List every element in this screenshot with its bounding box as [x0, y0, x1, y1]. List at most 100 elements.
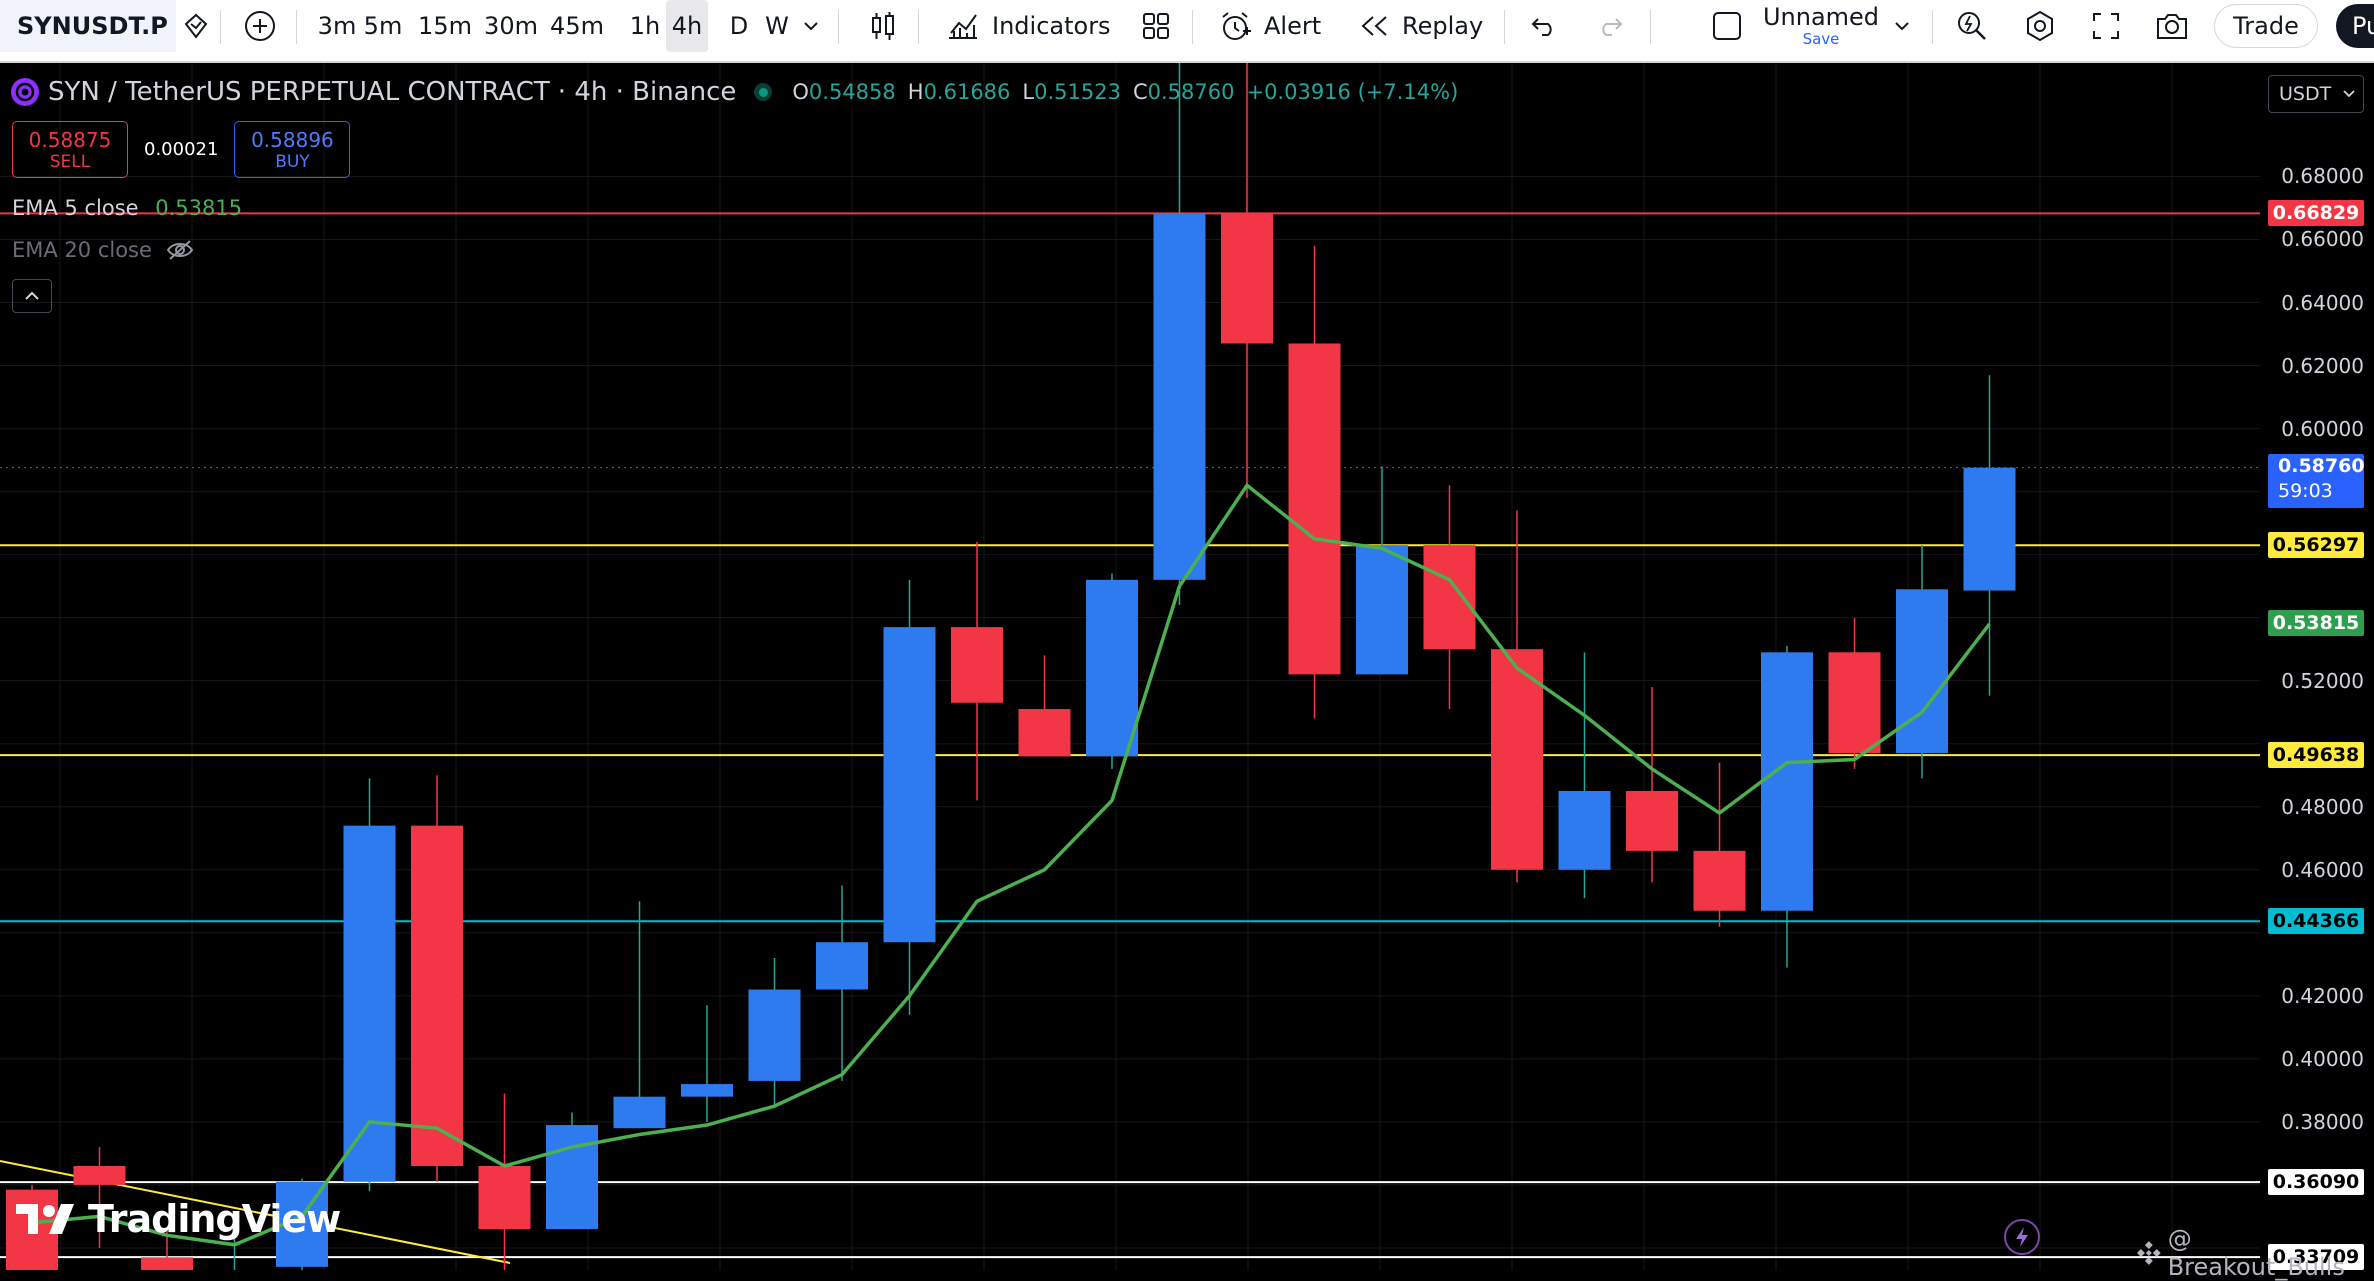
candle-style-icon[interactable]	[862, 0, 904, 52]
price-chart[interactable]	[0, 63, 2374, 1270]
candle-body[interactable]	[411, 825, 463, 1167]
y-axis-tick-label: 0.48000	[2281, 794, 2364, 819]
candle-body[interactable]	[1558, 790, 1611, 870]
interval-D[interactable]: D	[718, 0, 760, 52]
layout-name-button[interactable]: Unnamed Save	[1762, 0, 1880, 52]
candle-body[interactable]	[951, 627, 1003, 703]
interval-45m[interactable]: 45m	[550, 0, 604, 52]
chart-area[interactable]: 0.68000 0.66000 0.64000 0.62000 0.60000 0.520…	[0, 63, 2374, 1281]
candles	[6, 63, 2016, 1270]
indicators-button[interactable]: Indicators	[946, 0, 1111, 52]
layout-save-label: Save	[1802, 30, 1840, 48]
candle-body[interactable]	[1626, 790, 1678, 851]
alert-button[interactable]: Alert	[1218, 0, 1321, 52]
alert-label: Alert	[1264, 12, 1322, 40]
candle-body[interactable]	[1086, 579, 1138, 757]
candle-body[interactable]	[748, 989, 801, 1081]
indicator-ema5-legend[interactable]: EMA 5 close 0.53815	[12, 196, 242, 220]
indicators-icon	[949, 14, 977, 39]
candle-body[interactable]	[883, 627, 936, 943]
candle-body[interactable]	[1423, 545, 1476, 650]
lightning-icon[interactable]	[2004, 1219, 2040, 1255]
top-toolbar: SYNUSDT.P Indicators Alert Replay Unname…	[0, 0, 2374, 63]
candle-body[interactable]	[1221, 213, 1273, 344]
undo-icon[interactable]	[1524, 0, 1564, 52]
y-axis-tick-label: 0.66000	[2281, 227, 2364, 252]
binance-logo-icon	[2136, 1241, 2161, 1265]
y-axis-tick-label: 0.62000	[2281, 353, 2364, 378]
settings-gear-icon[interactable]	[2020, 0, 2060, 52]
ohlc-high-value: 0.61686	[923, 80, 1011, 104]
buy-button[interactable]: 0.58896 BUY	[234, 121, 351, 178]
candle-body[interactable]	[1356, 545, 1408, 675]
candle-body[interactable]	[546, 1125, 598, 1230]
add-symbol-icon[interactable]	[240, 0, 280, 52]
horizontal-line-price-label: 0.56297	[2268, 532, 2364, 559]
ohlc-low-label: L	[1022, 80, 1035, 104]
layout-name: Unnamed	[1762, 3, 1880, 31]
last-price-label: 0.58760 59:03	[2268, 453, 2365, 508]
interval-5m[interactable]: 5m	[362, 0, 404, 52]
trade-button[interactable]: Trade	[2214, 4, 2318, 48]
interval-15m[interactable]: 15m	[418, 0, 472, 52]
sell-price: 0.58875	[28, 127, 112, 152]
symbol-label: SYNUSDT.P	[17, 12, 168, 40]
collapse-legend-button[interactable]	[12, 279, 52, 313]
buy-sell-panel: 0.58875 SELL 0.00021 0.58896 BUY	[12, 121, 351, 178]
layouts-grid-icon[interactable]	[1138, 0, 1174, 52]
interval-1h[interactable]: 1h	[624, 0, 666, 52]
layout-menu-chevron-icon[interactable]	[1888, 0, 1916, 52]
redo-icon[interactable]	[1590, 0, 1630, 52]
candle-body[interactable]	[478, 1166, 531, 1230]
candle-body[interactable]	[681, 1084, 733, 1097]
candle-body[interactable]	[141, 1257, 193, 1270]
replay-rewind-icon	[1361, 16, 1387, 36]
candle-body[interactable]	[816, 942, 868, 990]
bar-countdown: 59:03	[2278, 479, 2333, 502]
candle-body[interactable]	[73, 1166, 126, 1185]
horizontal-line-price-label: 0.36090	[2268, 1169, 2364, 1196]
sell-button[interactable]: 0.58875 SELL	[12, 121, 128, 178]
indicator-ema20-legend[interactable]: EMA 20 close	[12, 238, 194, 262]
publish-button[interactable]: Pu	[2336, 4, 2374, 48]
ema5-value: 0.53815	[155, 196, 243, 220]
candle-body[interactable]	[1828, 652, 1881, 754]
quick-search-icon[interactable]	[1952, 0, 1992, 52]
interval-30m[interactable]: 30m	[484, 0, 538, 52]
candle-body[interactable]	[343, 825, 396, 1182]
layout-checkbox-icon[interactable]	[1708, 0, 1746, 52]
candle-body[interactable]	[1693, 850, 1746, 911]
ohlc-close-label: C	[1132, 80, 1148, 104]
interval-dropdown-chevron-icon[interactable]	[796, 0, 826, 52]
y-axis-tick-label: 0.60000	[2281, 416, 2364, 441]
syn-coin-icon	[11, 78, 39, 106]
y-axis-tick-label: 0.46000	[2281, 857, 2364, 882]
trade-label: Trade	[2233, 12, 2299, 40]
candle-body[interactable]	[1153, 213, 1206, 580]
spread-value: 0.00021	[144, 139, 219, 160]
snapshot-camera-icon[interactable]	[2152, 0, 2192, 52]
candle-body[interactable]	[1018, 709, 1071, 757]
alarm-clock-icon	[1222, 12, 1251, 40]
replay-button[interactable]: Replay	[1358, 0, 1483, 52]
y-axis-tick-label: 0.42000	[2281, 983, 2364, 1008]
fullscreen-icon[interactable]	[2086, 0, 2126, 52]
interval-4h[interactable]: 4h	[666, 0, 708, 52]
candle-body[interactable]	[1288, 343, 1341, 675]
legend-symbol-title[interactable]: SYN / TetherUS PERPETUAL CONTRACT	[48, 77, 550, 107]
ohlc-open-value: 0.54858	[808, 80, 896, 104]
market-status-dot-icon[interactable]	[754, 83, 773, 101]
interval-W[interactable]: W	[756, 0, 798, 52]
candle-body[interactable]	[613, 1096, 666, 1129]
candle-body[interactable]	[1761, 652, 1813, 911]
interval-3m[interactable]: 3m	[316, 0, 358, 52]
y-axis-tick-label: 0.38000	[2281, 1109, 2364, 1134]
currency-select[interactable]: USDT	[2268, 75, 2364, 113]
candle-body[interactable]	[1896, 589, 1948, 754]
hidden-eye-icon[interactable]	[166, 238, 194, 262]
tradingview-watermark-text: TradingView	[88, 1197, 341, 1241]
compare-symbol-icon[interactable]	[178, 0, 214, 52]
y-axis-tick-label: 0.52000	[2281, 668, 2364, 693]
symbol-search-button[interactable]: SYNUSDT.P	[0, 0, 176, 52]
candle-body[interactable]	[1963, 467, 2016, 591]
